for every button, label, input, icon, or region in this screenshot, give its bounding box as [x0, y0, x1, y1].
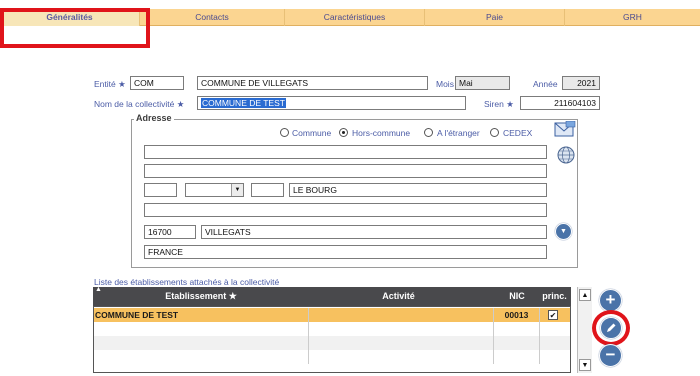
ville-field[interactable]: VILLEGATS — [201, 225, 547, 239]
siren-label: Siren ★ — [484, 99, 514, 109]
chevron-down-icon: ▼ — [231, 184, 243, 196]
mois-field: Mai — [455, 76, 510, 90]
adresse-numero-field[interactable] — [144, 183, 177, 197]
code-postal-field[interactable]: 16700 — [144, 225, 196, 239]
tab-contacts[interactable]: Contacts — [140, 9, 285, 26]
active-tab-highlight — [0, 8, 150, 48]
radio-etranger-label: A l'étranger — [437, 128, 480, 138]
radio-commune[interactable] — [280, 128, 289, 137]
entite-label: Entité ★ — [94, 79, 126, 89]
adresse-line1-field[interactable] — [144, 145, 547, 159]
add-etablissement-button[interactable]: + — [599, 289, 622, 312]
ville-dropdown-button[interactable]: ▼ — [555, 223, 572, 240]
globe-icon[interactable] — [556, 145, 576, 165]
entite-code-field[interactable]: COM — [130, 76, 184, 90]
column-etablissement[interactable]: Etablissement ★ — [93, 287, 309, 306]
table-header: ▲ Etablissement ★ Activité NIC princ. — [93, 286, 571, 306]
edit-etablissement-button[interactable] — [600, 317, 622, 339]
column-principal[interactable]: princ. — [538, 287, 571, 306]
pencil-icon — [605, 322, 617, 334]
remove-etablissement-button[interactable]: − — [599, 344, 622, 367]
tab-caracteristiques[interactable]: Caractéristiques — [285, 9, 425, 26]
etablissements-caption: Liste des établissements attachés à la c… — [94, 277, 280, 287]
radio-cedex-label: CEDEX — [503, 128, 533, 138]
tab-grh[interactable]: GRH — [565, 9, 700, 26]
annee-field: 2021 — [562, 76, 600, 90]
adresse-line4-field[interactable] — [144, 203, 547, 217]
mois-label: Mois — [436, 79, 454, 89]
siren-field[interactable]: 211604103 — [520, 96, 600, 110]
entite-name-field[interactable]: COMMUNE DE VILLEGATS — [197, 76, 428, 90]
adresse-legend: Adresse — [134, 113, 174, 123]
plus-icon: + — [605, 290, 616, 309]
scroll-up-icon[interactable]: ▲ — [579, 289, 591, 301]
type-voie-select[interactable]: ▼ — [185, 183, 244, 197]
scroll-down-icon[interactable]: ▼ — [579, 359, 591, 371]
radio-hors-commune[interactable] — [339, 128, 348, 137]
collectivite-label: Nom de la collectivité ★ — [94, 99, 185, 109]
minus-icon: − — [605, 345, 616, 364]
tab-paie[interactable]: Paie — [425, 9, 565, 26]
radio-cedex[interactable] — [490, 128, 499, 137]
adresse-voie-field[interactable]: LE BOURG — [289, 183, 547, 197]
envelope-icon[interactable] — [552, 120, 576, 139]
star-icon: ★ — [228, 291, 237, 301]
table-scrollbar[interactable]: ▲ ▼ — [577, 287, 592, 373]
collectivite-field[interactable]: COMMUNE DE TEST — [197, 96, 466, 110]
adresse-complement-field[interactable] — [251, 183, 284, 197]
radio-hors-commune-label: Hors-commune — [352, 128, 411, 138]
table-body — [93, 306, 571, 373]
adresse-line2-field[interactable] — [144, 164, 547, 178]
chevron-down-icon: ▼ — [560, 228, 567, 235]
radio-etranger[interactable] — [424, 128, 433, 137]
radio-commune-label: Commune — [292, 128, 332, 138]
pays-field[interactable]: FRANCE — [144, 245, 547, 259]
column-activite[interactable]: Activité — [309, 287, 488, 306]
annee-label: Année — [533, 79, 558, 89]
